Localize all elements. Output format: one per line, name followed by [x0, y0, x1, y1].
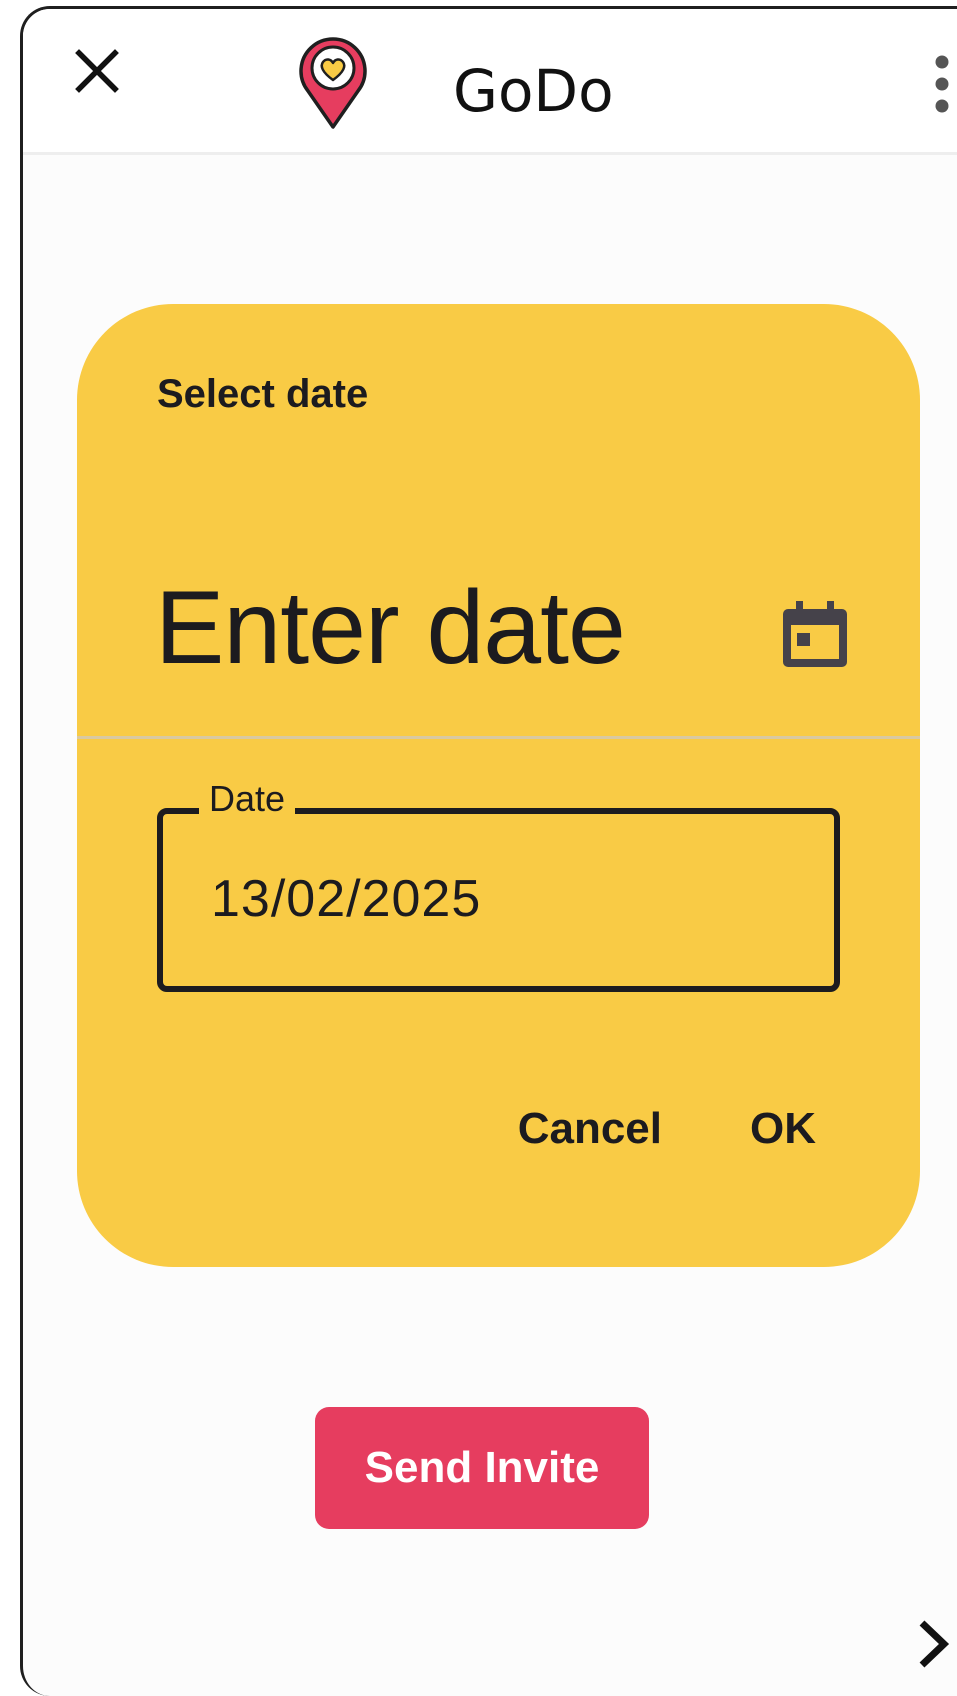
app-logo [298, 35, 368, 131]
more-vert-icon [935, 55, 949, 113]
dialog-divider [77, 736, 920, 739]
cancel-button[interactable]: Cancel [494, 1094, 686, 1164]
chevron-right-icon [919, 1620, 950, 1668]
more-options-button[interactable] [920, 49, 957, 119]
date-field-value[interactable]: 13/02/2025 [211, 869, 481, 929]
app-screen: GoDo Select date Enter date Date 13/02/2… [20, 6, 957, 1696]
dialog-actions: Cancel OK [494, 1094, 840, 1164]
date-field-label: Date [199, 778, 296, 820]
calendar-mode-button[interactable] [777, 594, 853, 674]
app-title: GoDo [453, 57, 614, 125]
ok-button[interactable]: OK [726, 1094, 840, 1164]
dialog-headline: Enter date [155, 570, 626, 686]
app-bar: GoDo [23, 9, 957, 155]
heart-location-pin-icon [299, 37, 367, 129]
dialog-heading: Select date [157, 372, 369, 416]
close-button[interactable] [65, 39, 129, 103]
calendar-icon [783, 601, 847, 667]
date-input-field[interactable]: Date 13/02/2025 [157, 778, 840, 992]
send-invite-button[interactable]: Send Invite [315, 1407, 649, 1529]
close-icon [75, 49, 119, 93]
date-picker-dialog: Select date Enter date Date 13/02/2025 C… [77, 304, 920, 1267]
next-button[interactable] [903, 1609, 957, 1679]
